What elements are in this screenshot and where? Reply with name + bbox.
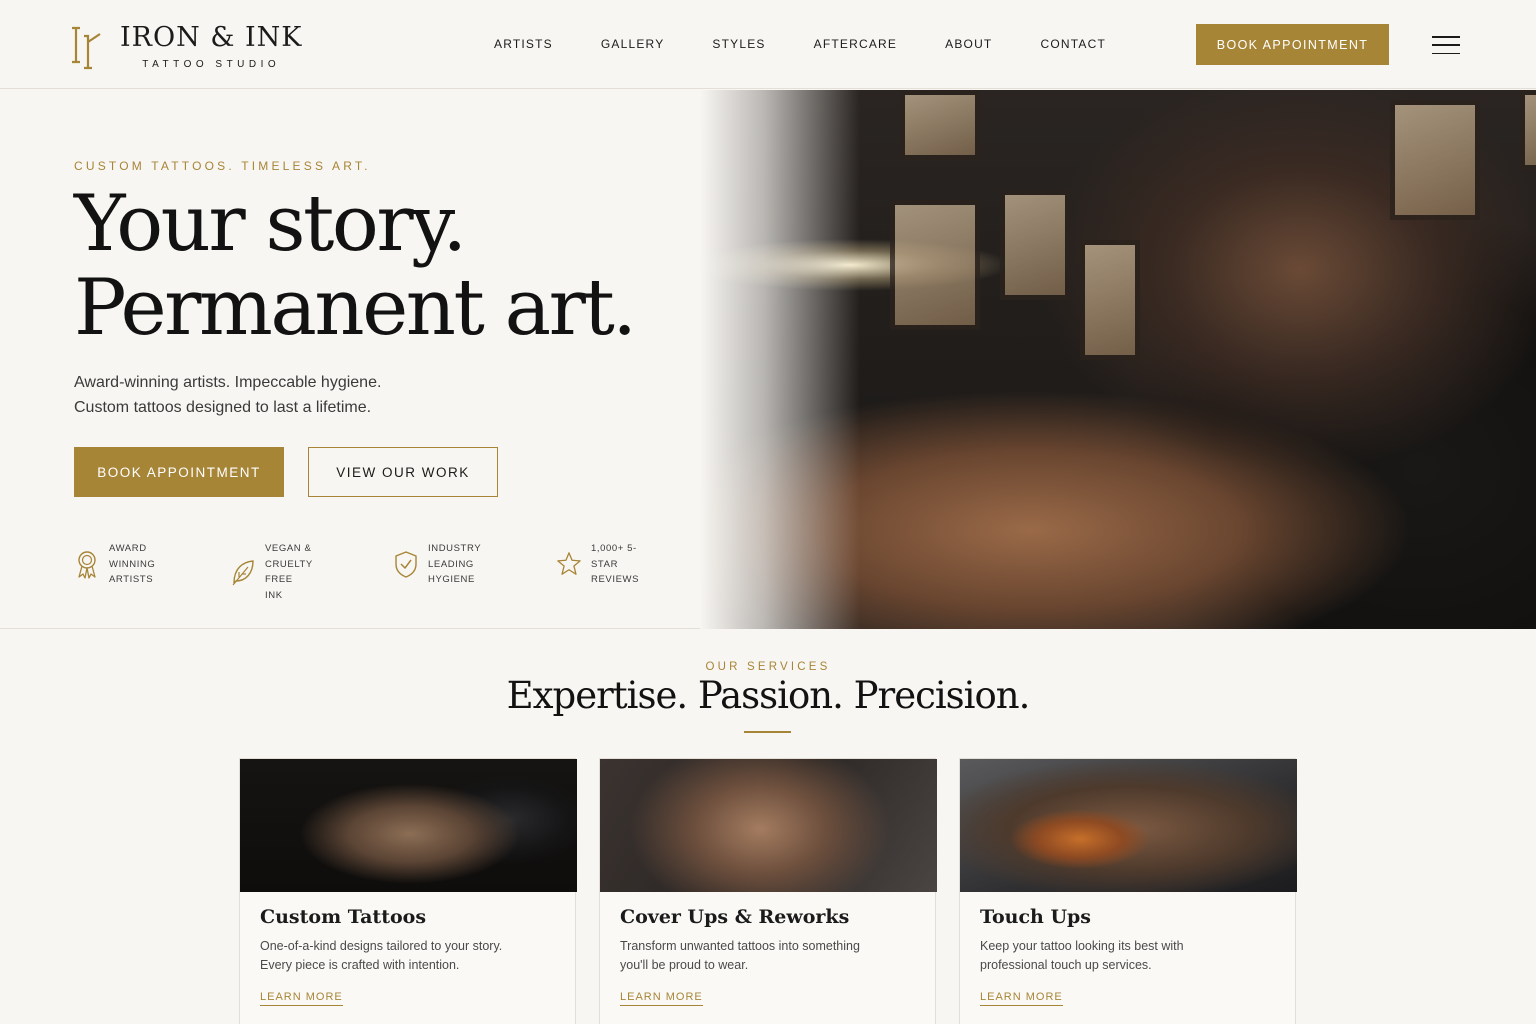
service-card-description-line-1: One-of-a-kind designs tailored to your s… xyxy=(260,939,503,953)
view-our-work-button[interactable]: VIEW OUR WORK xyxy=(308,447,498,497)
hero-description-line-2: Custom tattoos designed to last a lifeti… xyxy=(74,399,372,416)
service-card-description-line-2: professional touch up services. xyxy=(980,958,1152,972)
nav-item-aftercare[interactable]: AFTERCARE xyxy=(814,37,897,51)
header-book-appointment-button[interactable]: BOOK APPOINTMENT xyxy=(1196,24,1389,65)
logo-text: IRON & INK TATTOO STUDIO xyxy=(120,21,303,70)
service-card-description: Keep your tattoo looking its best with p… xyxy=(980,937,1270,975)
hero-description-line-1: Award-winning artists. Impeccable hygien… xyxy=(74,374,382,391)
services-eyebrow: OUR SERVICES xyxy=(705,661,831,673)
feature-label-line-2: FREE INK xyxy=(265,574,293,601)
service-card-description: One-of-a-kind designs tailored to your s… xyxy=(260,937,550,975)
service-card-description-line-2: you'll be proud to wear. xyxy=(620,958,749,972)
custom-tattoo-image xyxy=(240,759,577,892)
nav-item-about[interactable]: ABOUT xyxy=(945,37,992,51)
service-card-title: Custom Tattoos xyxy=(260,906,427,928)
award-ribbon-icon xyxy=(78,551,96,579)
nav-item-gallery[interactable]: GALLERY xyxy=(601,37,665,51)
touch-up-tattoo-image xyxy=(960,759,1297,892)
feature-award-winning: AWARD WINNING ARTISTS xyxy=(74,541,155,588)
hero-description: Award-winning artists. Impeccable hygien… xyxy=(74,370,494,420)
brand-name: IRON & INK xyxy=(120,21,303,53)
service-card-description-line-2: Every piece is crafted with intention. xyxy=(260,958,460,972)
brand-tagline: TATTOO STUDIO xyxy=(142,58,281,70)
service-card-cover-ups[interactable]: Cover Ups & Reworks Transform unwanted t… xyxy=(599,758,937,1024)
learn-more-link[interactable]: LEARN MORE xyxy=(620,991,703,1006)
service-card-description-line-1: Keep your tattoo looking its best with xyxy=(980,939,1184,953)
feature-label-line-1: INDUSTRY LEADING xyxy=(428,543,482,570)
feature-label-line-2: HYGIENE xyxy=(428,574,475,585)
feature-label-line-1: 1,000+ 5-STAR xyxy=(591,543,637,570)
hero-section: CUSTOM TATTOOS. TIMELESS ART. Your story… xyxy=(0,90,1536,629)
cover-up-tattoo-image xyxy=(600,759,937,892)
main-nav: ARTISTS GALLERY STYLES AFTERCARE ABOUT C… xyxy=(470,37,1130,51)
hero-tattoo-artist-image xyxy=(700,90,1536,629)
nav-item-contact[interactable]: CONTACT xyxy=(1040,37,1106,51)
feature-hygiene: INDUSTRY LEADING HYGIENE xyxy=(393,541,481,588)
hero-title-line-2: Permanent art. xyxy=(74,263,637,353)
service-card-description: Transform unwanted tattoos into somethin… xyxy=(620,937,910,975)
site-header: IRON & INK TATTOO STUDIO ARTISTS GALLERY… xyxy=(0,0,1536,89)
nav-item-artists[interactable]: ARTISTS xyxy=(494,37,553,51)
services-title: Expertise. Passion. Precision. xyxy=(506,674,1031,717)
service-card-title: Cover Ups & Reworks xyxy=(620,906,850,928)
star-icon xyxy=(557,552,581,576)
shield-check-icon xyxy=(395,551,417,578)
feature-label-line-1: AWARD WINNING xyxy=(109,543,156,570)
hamburger-menu-icon[interactable] xyxy=(1432,36,1460,54)
hero-title-line-1: Your story. xyxy=(74,179,467,269)
feature-vegan-ink: VEGAN & CRUELTY FREE INK xyxy=(230,541,313,603)
hero-eyebrow: CUSTOM TATTOOS. TIMELESS ART. xyxy=(74,159,371,173)
feature-label-line-2: ARTISTS xyxy=(109,574,154,585)
service-card-description-line-1: Transform unwanted tattoos into somethin… xyxy=(620,939,860,953)
services-divider xyxy=(744,731,791,733)
logo-monogram-icon xyxy=(72,26,101,70)
feature-reviews: 1,000+ 5-STAR REVIEWS xyxy=(556,541,639,588)
learn-more-link[interactable]: LEARN MORE xyxy=(260,991,343,1006)
feature-label-line-2: REVIEWS xyxy=(591,574,640,585)
hero-title: Your story. Permanent art. xyxy=(74,179,637,353)
brand-logo[interactable]: IRON & INK TATTOO STUDIO xyxy=(70,22,302,70)
hero-book-appointment-button[interactable]: BOOK APPOINTMENT xyxy=(74,447,284,497)
nav-item-styles[interactable]: STYLES xyxy=(712,37,765,51)
learn-more-link[interactable]: LEARN MORE xyxy=(980,991,1063,1006)
service-card-custom-tattoos[interactable]: Custom Tattoos One-of-a-kind designs tai… xyxy=(239,758,577,1024)
service-card-touch-ups[interactable]: Touch Ups Keep your tattoo looking its b… xyxy=(959,758,1297,1024)
service-card-title: Touch Ups xyxy=(980,906,1091,928)
feature-label-line-1: VEGAN & CRUELTY xyxy=(265,543,313,570)
leaf-icon xyxy=(232,560,254,586)
